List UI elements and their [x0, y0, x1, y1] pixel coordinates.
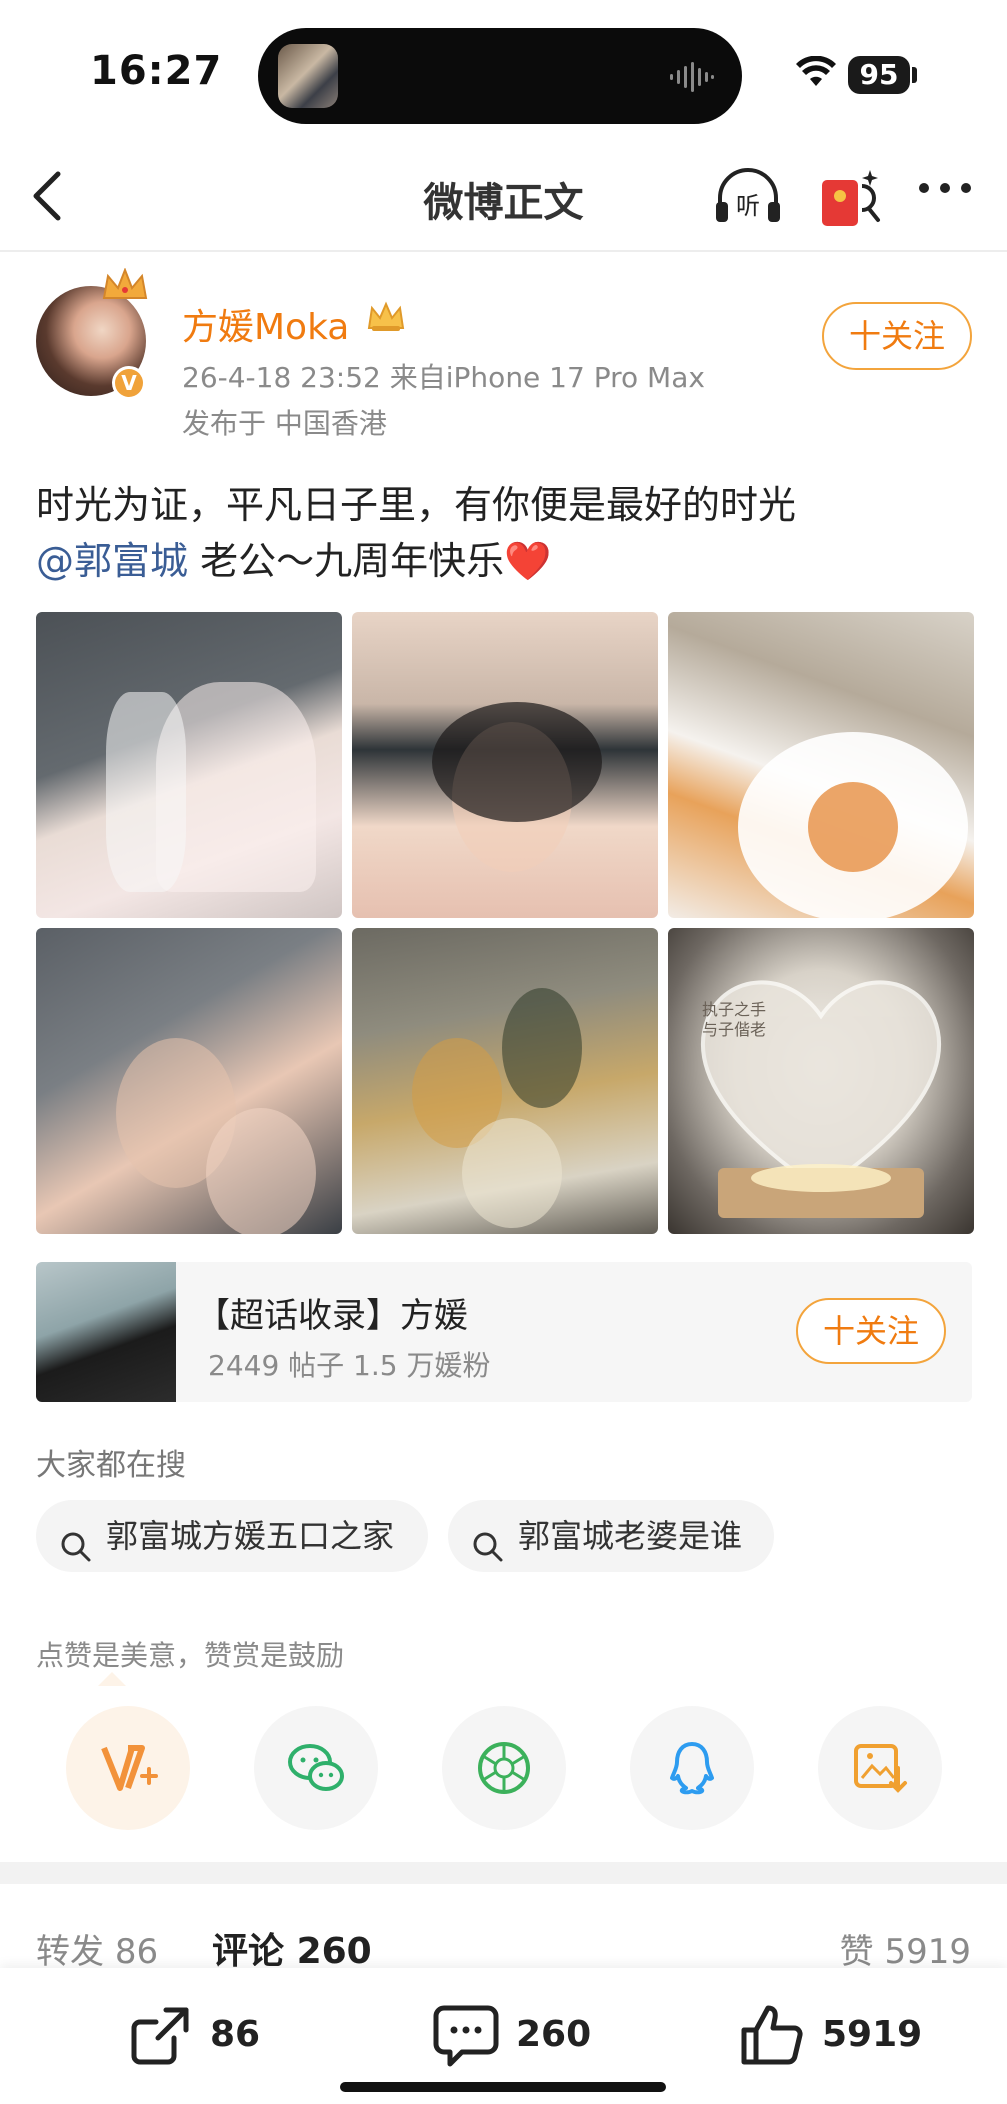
tab-comment[interactable]: 评论 260: [212, 1922, 372, 1974]
tab-repost[interactable]: 转发 86: [36, 1924, 158, 1973]
reward-icon: [101, 1745, 158, 1791]
search-chip-label: 郭富城方媛五口之家: [106, 1517, 395, 1555]
super-topic-thumbnail: [36, 1262, 176, 1402]
repost-count: 86: [210, 2014, 261, 2055]
repost-button[interactable]: 86: [126, 2000, 296, 2070]
post-photo-crystal-heart[interactable]: 执子之手 与子偕老: [668, 928, 974, 1234]
avatar-crown-icon: [100, 267, 150, 308]
post-meta: 26-4-18 23:52 来自iPhone 17 Pro Max: [182, 361, 705, 394]
like-button[interactable]: 5919: [738, 2000, 938, 2070]
reward-hint: 点赞是美意，赞赏是鼓励: [36, 1639, 345, 1672]
tab-comment-label: 评论: [212, 1931, 285, 1972]
qq-icon: [670, 1742, 714, 1795]
svg-text:听: 听: [736, 192, 760, 220]
comment-icon: [433, 2005, 499, 2067]
post-photo-selfie[interactable]: [352, 612, 658, 918]
post-photo-toast[interactable]: [352, 928, 658, 1234]
search-chip-label: 郭富城老婆是谁: [518, 1517, 743, 1555]
reward-button[interactable]: [66, 1706, 190, 1830]
post-photo-couple-selfie[interactable]: [36, 928, 342, 1234]
battery-indicator: 95: [848, 56, 910, 94]
super-topic-follow-button[interactable]: 十关注: [796, 1298, 946, 1364]
search-chip[interactable]: 郭富城老婆是谁: [448, 1500, 774, 1572]
crystal-caption-line-2: 与子偕老: [702, 1020, 767, 1039]
dynamic-island[interactable]: [258, 28, 742, 124]
reward-pointer: [98, 1672, 126, 1686]
search-chip[interactable]: 郭富城方媛五口之家: [36, 1500, 428, 1572]
now-playing-thumbnail: [278, 44, 338, 108]
red-packet-icon[interactable]: [818, 166, 882, 234]
post-text-rest: 老公～九周年快乐: [188, 539, 505, 583]
save-image-icon: [854, 1744, 907, 1793]
section-divider: [0, 1862, 1007, 1884]
wifi-icon: [796, 55, 836, 92]
tab-repost-label: 转发: [36, 1932, 104, 1972]
super-topic-title: 【超话收录】方媛: [196, 1296, 468, 1336]
wechat-icon: [288, 1744, 344, 1791]
share-qq-button[interactable]: [630, 1706, 754, 1830]
search-icon: [470, 1518, 506, 1590]
vip-crown-icon[interactable]: [366, 300, 406, 338]
search-section-header: 大家都在搜: [36, 1448, 186, 1483]
tab-like-label: 赞: [839, 1932, 874, 1972]
follow-button[interactable]: 十关注: [822, 302, 972, 370]
nav-divider: [0, 250, 1007, 252]
post-photo-dessert[interactable]: [668, 612, 974, 918]
thumbs-up-icon: [741, 2005, 803, 2065]
crystal-caption-line-1: 执子之手: [702, 1000, 767, 1019]
save-image-button[interactable]: [818, 1706, 942, 1830]
tab-like[interactable]: 赞 5919: [840, 1924, 971, 1973]
home-indicator: [340, 2082, 666, 2092]
battery-cap: [912, 67, 917, 83]
post-text-line-1: 时光为证，平凡日子里，有你便是最好的时光: [36, 483, 797, 527]
heart-emoji: ❤️: [504, 539, 552, 583]
search-icon: [58, 1518, 94, 1590]
repost-icon: [131, 2007, 189, 2065]
like-count: 5919: [822, 2014, 923, 2055]
tab-comment-count: 260: [296, 1931, 372, 1972]
crystal-caption: 执子之手 与子偕老: [702, 1000, 766, 1040]
tab-repost-count: 86: [114, 1932, 159, 1972]
verified-badge-icon: V: [112, 366, 146, 400]
post-location: 发布于 中国香港: [182, 407, 387, 440]
share-moments-button[interactable]: [442, 1706, 566, 1830]
post-photo-wedding[interactable]: [36, 612, 342, 918]
author-name[interactable]: 方媛Moka: [182, 298, 349, 350]
moments-icon: [478, 1742, 530, 1794]
comment-button[interactable]: 260: [432, 2000, 612, 2070]
status-time: 16:27: [90, 48, 223, 94]
mention-link[interactable]: @郭富城: [36, 539, 188, 583]
comment-count: 260: [516, 2014, 592, 2055]
post-text-line-2: @郭富城 老公～九周年快乐❤️: [36, 530, 551, 585]
more-icon[interactable]: [916, 180, 974, 200]
super-topic-stats: 2449 帖子 1.5 万媛粉: [208, 1349, 491, 1382]
share-wechat-button[interactable]: [254, 1706, 378, 1830]
listen-icon[interactable]: 听: [712, 168, 784, 232]
super-topic-card[interactable]: 【超话收录】方媛 2449 帖子 1.5 万媛粉 十关注: [36, 1262, 972, 1402]
tab-like-count: 5919: [884, 1932, 971, 1972]
audio-wave-icon: [670, 62, 714, 96]
